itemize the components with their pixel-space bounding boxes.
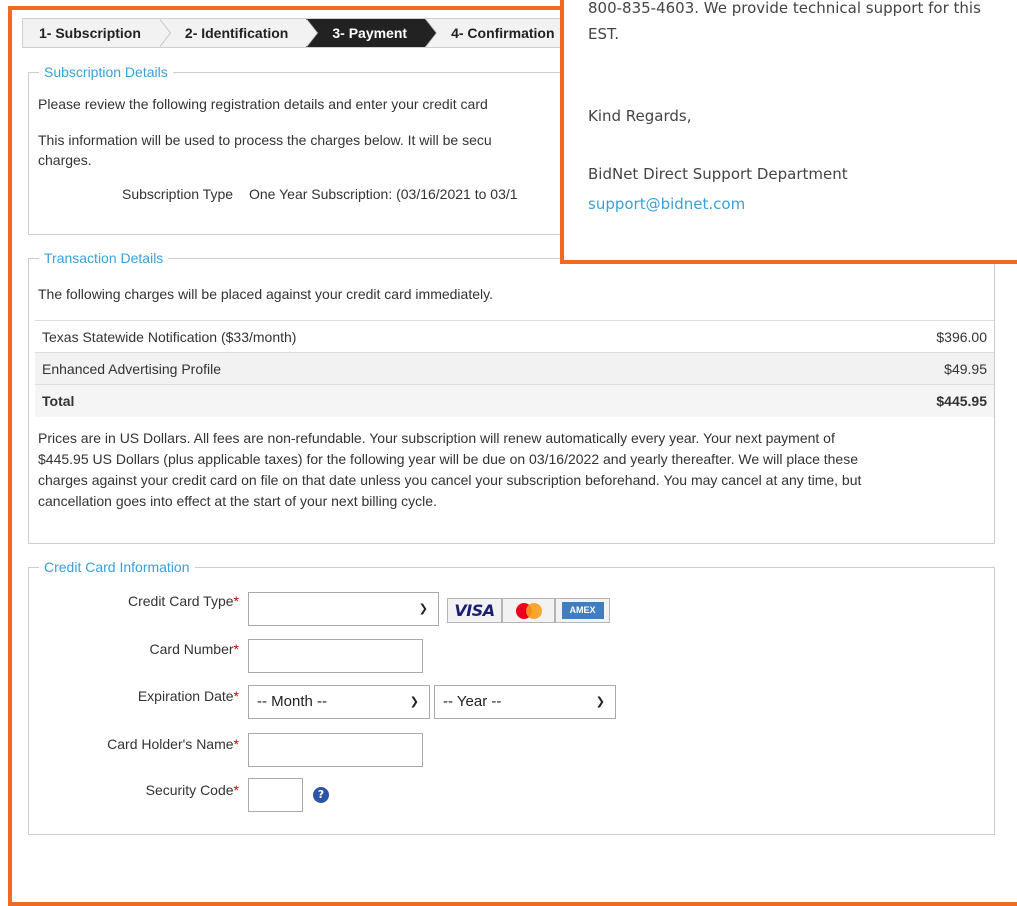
amex-logo: AMEX [555,598,610,623]
card-holder-input[interactable] [248,733,423,767]
expiration-date-label: Expiration Date* [14,688,239,704]
step-subscription[interactable]: 1- Subscription [23,19,171,47]
card-number-label: Card Number* [14,641,239,657]
expiration-month-select[interactable]: -- Month -- ❯ [248,685,430,719]
card-number-input[interactable] [248,639,423,673]
total-row: Total $445.95 [35,384,994,417]
card-holder-label: Card Holder's Name* [14,736,239,752]
chevron-down-icon: ❯ [595,696,605,708]
expiration-year-select[interactable]: -- Year -- ❯ [434,685,616,719]
subscription-info-line1: This information will be used to process… [38,132,492,148]
security-code-input[interactable] [248,778,303,812]
amex-logo-text: AMEX [561,602,604,619]
popup-department: BidNet Direct Support Department [588,165,848,183]
required-mark: * [233,593,239,609]
step-identification[interactable]: 2- Identification [158,19,319,47]
pricing-note-line2: $445.95 US Dollars (plus applicable taxe… [38,451,858,467]
charges-table: Texas Statewide Notification ($33/month)… [35,320,994,417]
card-type-select[interactable]: ❯ [248,592,439,626]
security-code-label-text: Security Code [145,782,234,798]
card-type-label: Credit Card Type* [14,593,239,609]
charge-amount: $49.95 [807,352,994,385]
card-type-label-text: Credit Card Type [127,593,234,609]
year-value: -- Year -- [443,693,502,710]
chevron-down-icon: ❯ [409,696,419,708]
step-confirmation[interactable]: 4- Confirmation [425,19,573,47]
subscription-details-legend: Subscription Details [39,63,173,81]
subscription-info-line2: charges. [38,152,92,168]
required-mark: * [233,641,239,657]
pricing-note-line1: Prices are in US Dollars. All fees are n… [38,430,835,446]
credit-card-legend: Credit Card Information [39,558,195,576]
table-row: Texas Statewide Notification ($33/month)… [35,320,994,353]
required-mark: * [233,782,239,798]
month-value: -- Month -- [257,693,328,710]
card-number-label-text: Card Number [149,641,234,657]
popup-phone-line: 800-835-4603. We provide technical suppo… [588,0,981,17]
visa-logo: VISA [447,598,502,623]
subscription-type-label: Subscription Type [122,186,234,202]
required-mark: * [233,688,239,704]
total-amount: $445.95 [807,384,994,417]
chevron-down-icon: ❯ [418,603,428,615]
transaction-intro: The following charges will be placed aga… [38,286,493,302]
charge-item: Texas Statewide Notification ($33/month) [35,320,808,353]
mastercard-icon [515,602,542,619]
pricing-note-line4: cancellation goes into effect at the sta… [38,493,437,509]
popup-est-line: EST. [588,25,620,43]
charge-item: Enhanced Advertising Profile [35,352,808,385]
support-email-link[interactable]: support@bidnet.com [588,194,745,214]
help-icon[interactable]: ? [313,787,329,803]
step-payment[interactable]: 3- Payment [306,19,437,47]
expiration-label-text: Expiration Date [137,688,234,704]
pricing-note-line3: charges against your credit card on file… [38,472,862,488]
transaction-details-legend: Transaction Details [39,249,169,267]
total-label: Total [35,384,808,417]
card-holder-label-text: Card Holder's Name [107,736,234,752]
security-code-label: Security Code* [14,782,239,798]
required-mark: * [233,736,239,752]
subscription-type-value: One Year Subscription: (03/16/2021 to 03… [249,186,518,202]
mastercard-logo [502,598,555,623]
subscription-intro: Please review the following registration… [38,96,488,112]
charge-amount: $396.00 [807,320,994,353]
table-row: Enhanced Advertising Profile $49.95 [35,352,994,385]
support-email-popup: 800-835-4603. We provide technical suppo… [560,0,1017,264]
visa-logo-text: VISA [454,601,495,620]
popup-regards: Kind Regards, [588,107,692,125]
step-breadcrumb: 1- Subscription 2- Identification 3- Pay… [22,18,582,48]
